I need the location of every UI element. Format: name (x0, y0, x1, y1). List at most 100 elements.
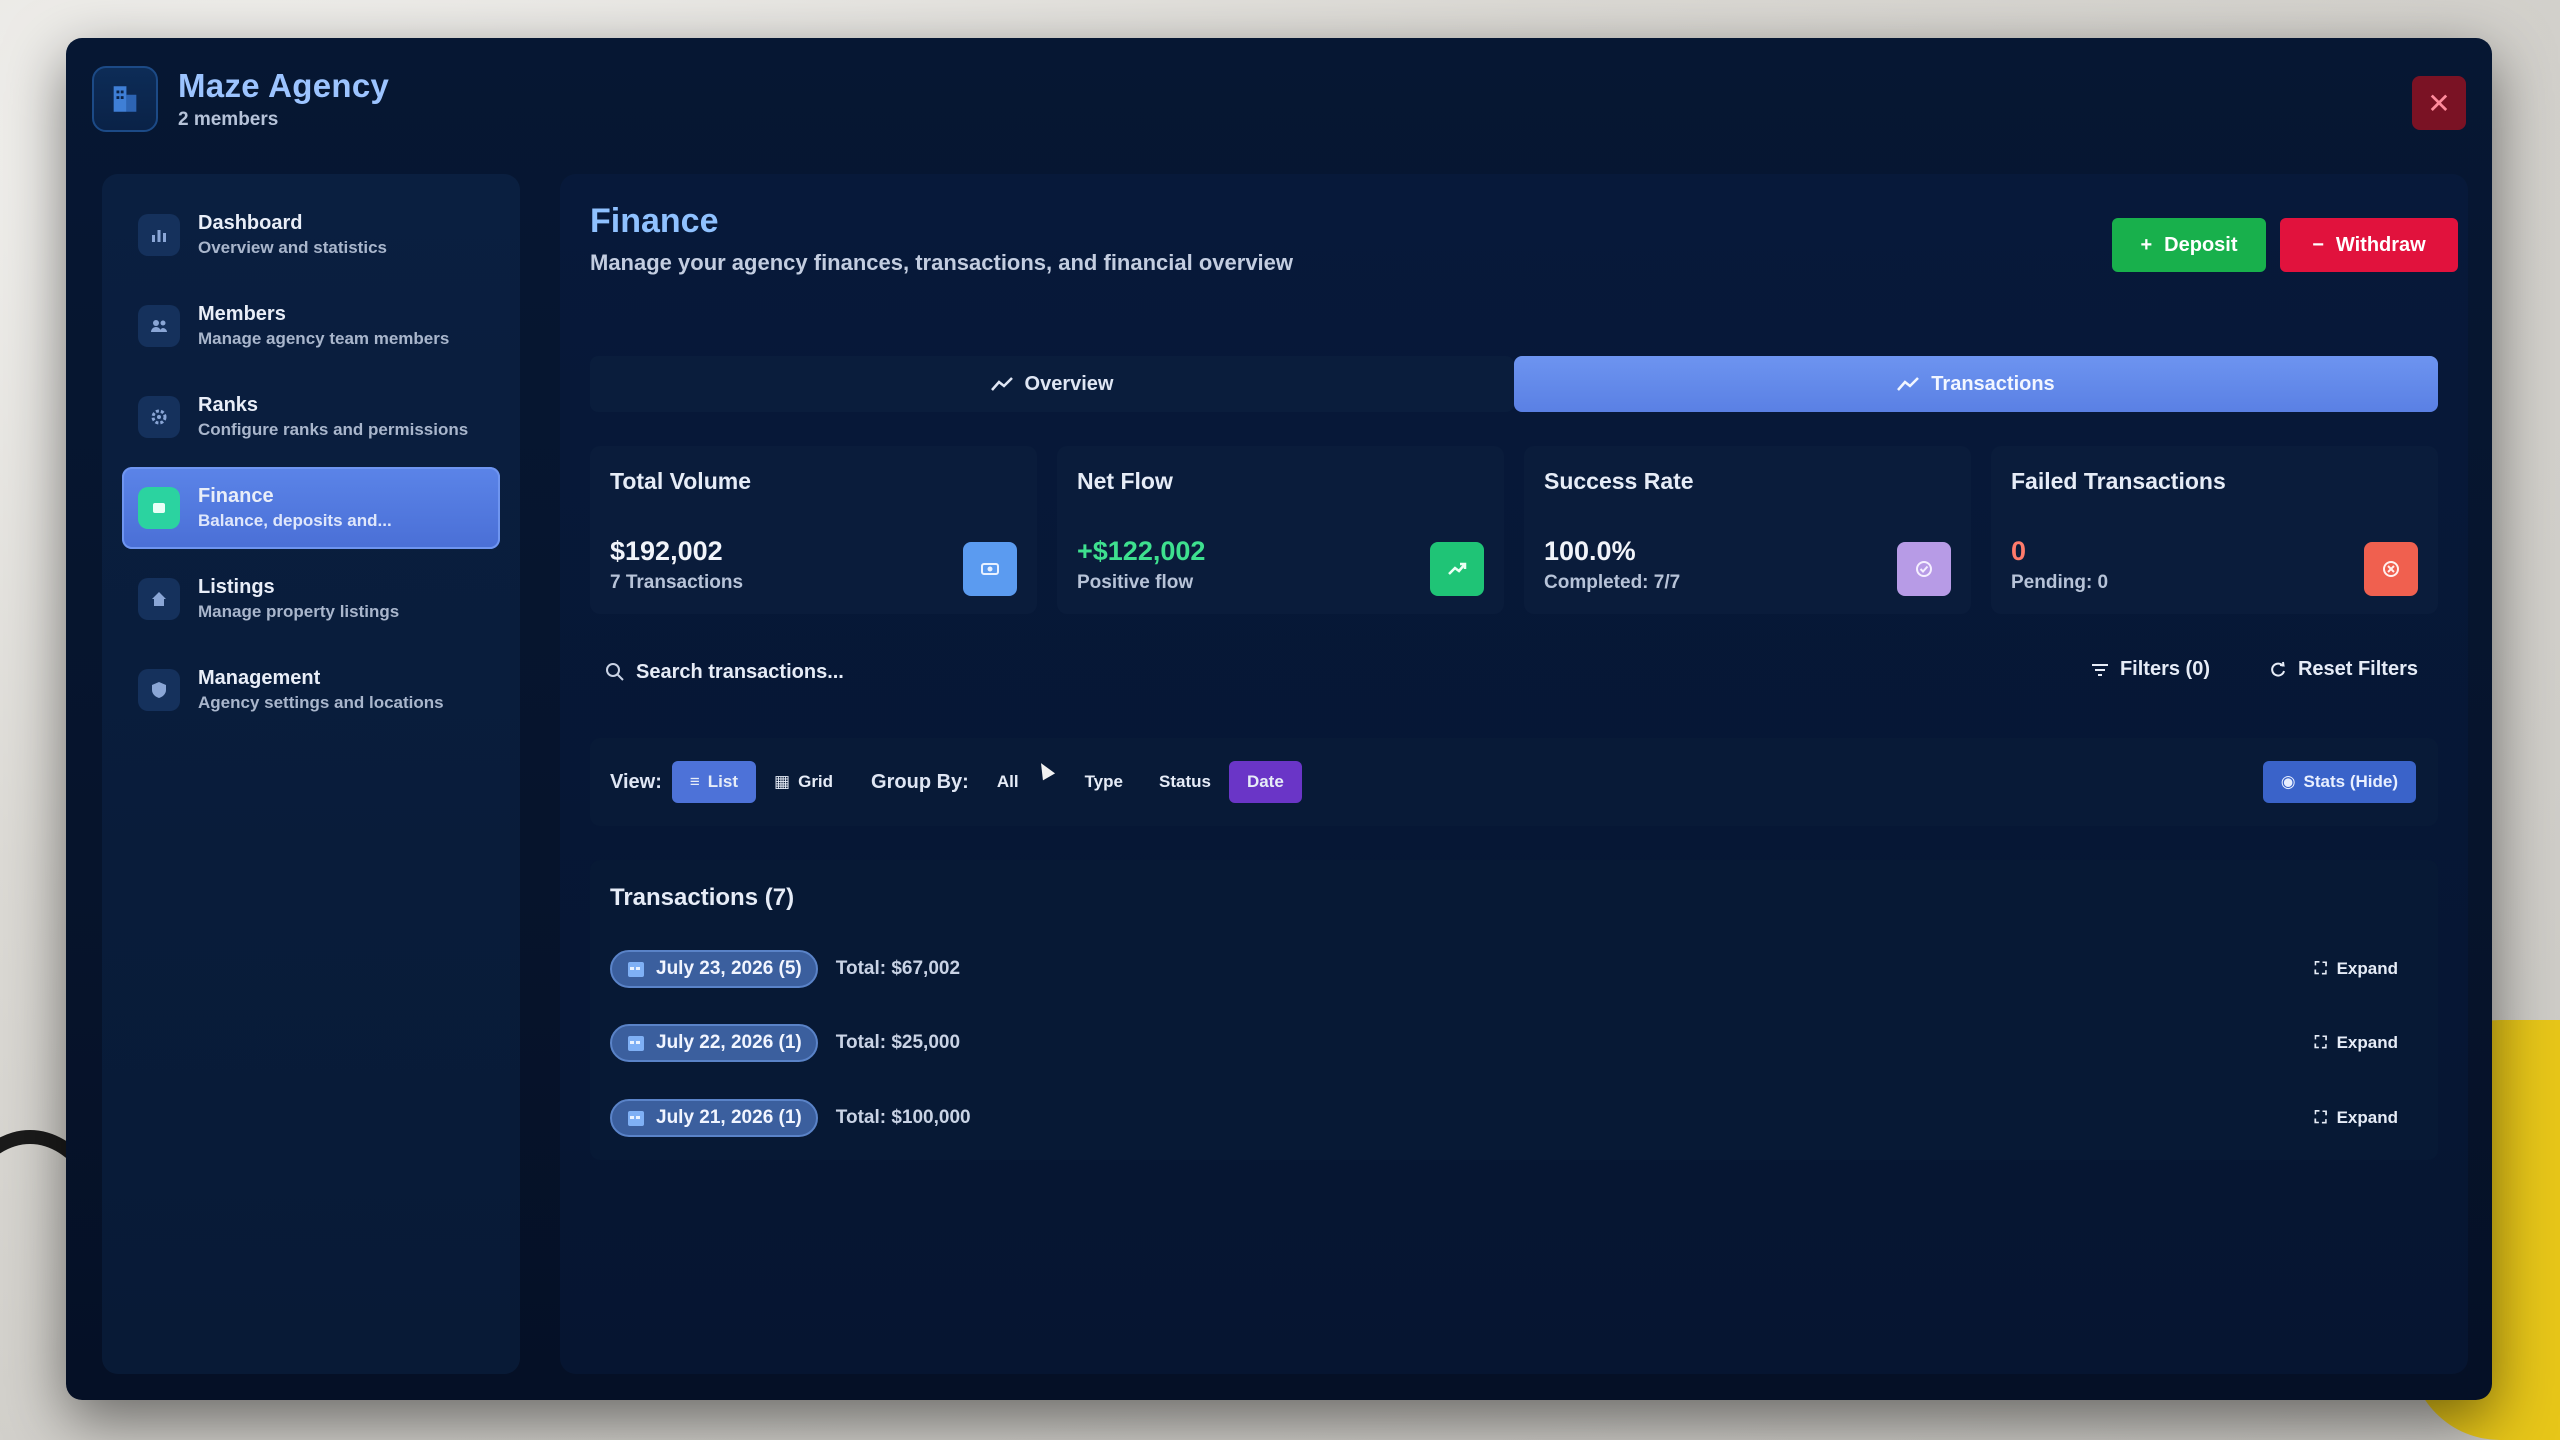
agency-logo (92, 66, 158, 132)
sidebar-item-subtitle: Manage agency team members (198, 329, 450, 348)
reset-filters-label: Reset Filters (2297, 658, 2418, 680)
view-grid-label: Grid (798, 772, 834, 791)
calendar-icon (628, 1036, 644, 1051)
sidebar-item-title: Listings (198, 576, 275, 598)
agency-name: Maze Agency (178, 67, 390, 104)
date-chip: July 22, 2026 (1) (610, 1024, 818, 1062)
stat-value: 100.0% (1544, 536, 1636, 566)
deposit-label: Deposit (2164, 233, 2238, 256)
home-icon (138, 578, 180, 620)
window-header: Maze Agency 2 members (92, 66, 389, 132)
agency-member-count: 2 members (178, 109, 279, 130)
transaction-group-row: July 23, 2026 (5) Total: $67,002 ⛶ Expan… (610, 950, 2418, 988)
transactions-title: Transactions (7) (610, 884, 795, 911)
view-list-label: List (707, 772, 739, 791)
stat-card-total-volume: Total Volume $192,002 7 Transactions (590, 446, 1037, 614)
view-label: View: (610, 770, 662, 793)
stat-title: Failed Transactions (2011, 468, 2226, 494)
sidebar-item-title: Members (198, 303, 286, 325)
sidebar-item-title: Management (198, 667, 321, 689)
close-icon: ✕ (2427, 87, 2451, 119)
refresh-icon (2271, 661, 2285, 677)
minus-icon: − (2312, 233, 2324, 256)
stats-toggle-button[interactable]: ◉ Stats (Hide) (2262, 761, 2416, 803)
reset-filters-button[interactable]: Reset Filters (2268, 658, 2418, 681)
building-icon (113, 86, 137, 112)
group-type-button[interactable]: Type (1067, 761, 1141, 803)
close-button[interactable]: ✕ (2412, 76, 2466, 130)
eye-icon: ◉ (2280, 772, 2296, 791)
sidebar-item-management[interactable]: Management Agency settings and locations (122, 649, 500, 731)
filters-button[interactable]: Filters (0) (2090, 658, 2210, 681)
date-chip: July 23, 2026 (5) (610, 950, 818, 988)
filter-icon (2091, 663, 2108, 676)
page-title: Finance (590, 202, 719, 240)
date-chip: July 21, 2026 (1) (610, 1099, 818, 1137)
group-status-button[interactable]: Status (1141, 761, 1229, 803)
sidebar-item-members[interactable]: Members Manage agency team members (122, 285, 500, 367)
expand-label: Expand (2336, 1108, 2398, 1127)
withdraw-button[interactable]: − Withdraw (2280, 218, 2458, 272)
gear-icon (138, 396, 180, 438)
x-circle-icon (2364, 542, 2418, 596)
stat-card-failed-transactions: Failed Transactions 0 Pending: 0 (1991, 446, 2438, 614)
shield-icon (138, 669, 180, 711)
group-all-button[interactable]: All (979, 761, 1037, 803)
group-date-label: Date (1246, 772, 1284, 791)
date-chip-label: July 23, 2026 (5) (656, 958, 802, 979)
sidebar-item-subtitle: Configure ranks and permissions (198, 420, 469, 439)
view-grid-button[interactable]: ▦ Grid (756, 761, 851, 803)
group-total: Total: $25,000 (835, 1032, 961, 1053)
transaction-group-row: July 22, 2026 (1) Total: $25,000 ⛶ Expan… (610, 1024, 2418, 1062)
calendar-icon (628, 1111, 644, 1126)
tab-label: Transactions (1931, 372, 2055, 395)
finance-panel: Finance Manage your agency finances, tra… (560, 174, 2468, 1374)
page-subtitle: Manage your agency finances, transaction… (590, 250, 1294, 275)
deposit-button[interactable]: + Deposit (2112, 218, 2266, 272)
sidebar-item-ranks[interactable]: Ranks Configure ranks and permissions (122, 376, 500, 458)
sidebar: Dashboard Overview and statistics Member… (102, 174, 520, 1374)
wallet-icon (138, 487, 180, 529)
coins-icon (963, 542, 1017, 596)
grid-icon: ▦ (774, 772, 791, 791)
trending-icon (990, 377, 1013, 391)
sidebar-item-dashboard[interactable]: Dashboard Overview and statistics (122, 194, 500, 276)
expand-icon: ⛶ (2314, 1033, 2327, 1052)
sidebar-item-finance[interactable]: Finance Balance, deposits and... (122, 467, 500, 549)
filters-label: Filters (0) (2119, 658, 2210, 680)
stat-title: Success Rate (1544, 468, 1694, 494)
search-icon (606, 663, 624, 681)
expand-button[interactable]: ⛶ Expand (2315, 1108, 2398, 1128)
group-total: Total: $67,002 (835, 958, 961, 979)
group-by-label: Group By: (871, 770, 969, 793)
sidebar-item-subtitle: Balance, deposits and... (198, 511, 392, 530)
trending-up-icon (1430, 542, 1484, 596)
search-input[interactable] (636, 660, 1436, 684)
tab-overview[interactable]: Overview (590, 356, 1514, 412)
stat-card-success-rate: Success Rate 100.0% Completed: 7/7 (1524, 446, 1971, 614)
expand-button[interactable]: ⛶ Expand (2315, 1033, 2398, 1053)
view-list-button[interactable]: ≡ List (671, 761, 757, 803)
tab-transactions[interactable]: Transactions (1514, 356, 2438, 412)
calendar-icon (628, 962, 644, 977)
stat-subtitle: Positive flow (1077, 572, 1194, 593)
stat-value: 0 (2011, 536, 2027, 566)
date-chip-label: July 21, 2026 (1) (656, 1107, 802, 1128)
sidebar-item-title: Ranks (198, 394, 259, 416)
tab-label: Overview (1024, 372, 1114, 395)
sidebar-item-listings[interactable]: Listings Manage property listings (122, 558, 500, 640)
sidebar-item-title: Dashboard (198, 212, 303, 234)
list-icon: ≡ (689, 772, 700, 791)
sidebar-item-subtitle: Agency settings and locations (198, 693, 444, 712)
transactions-panel: Transactions (7) July 23, 2026 (5) Total… (590, 860, 2438, 1160)
stat-subtitle: Pending: 0 (2011, 572, 2109, 593)
users-icon (138, 305, 180, 347)
expand-label: Expand (2336, 1033, 2398, 1052)
check-circle-icon (1897, 542, 1951, 596)
stat-subtitle: 7 Transactions (610, 572, 744, 593)
expand-icon: ⛶ (2314, 959, 2327, 978)
group-all-label: All (996, 772, 1019, 791)
group-date-button[interactable]: Date (1228, 761, 1302, 803)
expand-button[interactable]: ⛶ Expand (2315, 959, 2398, 979)
stat-value: +$122,002 (1077, 536, 1206, 566)
